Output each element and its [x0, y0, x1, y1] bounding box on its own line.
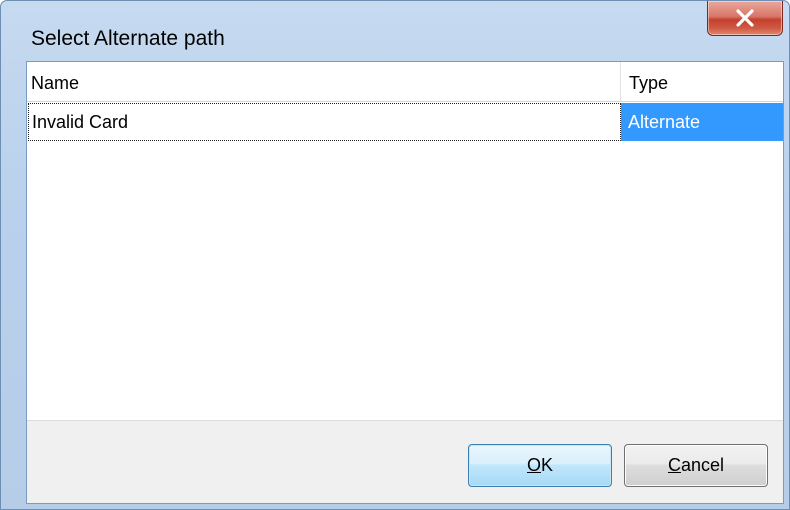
column-header-type[interactable]: Type — [621, 62, 783, 102]
column-header-name[interactable]: Name — [27, 62, 621, 102]
close-icon — [735, 9, 755, 27]
list-header: Name Type — [27, 62, 783, 102]
title-bar[interactable]: Select Alternate path — [1, 1, 789, 61]
close-button[interactable] — [707, 1, 783, 36]
path-list[interactable]: Name Type Invalid Card Alternate — [27, 62, 783, 421]
cancel-label-rest: ancel — [680, 455, 725, 475]
cell-name[interactable]: Invalid Card — [28, 103, 621, 141]
cell-type[interactable]: Alternate — [621, 103, 783, 141]
ok-label-rest: K — [541, 455, 554, 475]
cancel-mnemonic: C — [667, 455, 681, 475]
dialog-window: Select Alternate path Name Type Invalid … — [0, 0, 790, 510]
list-row[interactable]: Invalid Card Alternate — [27, 103, 783, 141]
window-title: Select Alternate path — [31, 27, 225, 50]
ok-button[interactable]: OK — [468, 444, 612, 487]
ok-mnemonic: O — [526, 455, 541, 475]
cancel-button[interactable]: Cancel — [624, 444, 768, 487]
dialog-body: Name Type Invalid Card Alternate OK Canc… — [26, 61, 784, 504]
